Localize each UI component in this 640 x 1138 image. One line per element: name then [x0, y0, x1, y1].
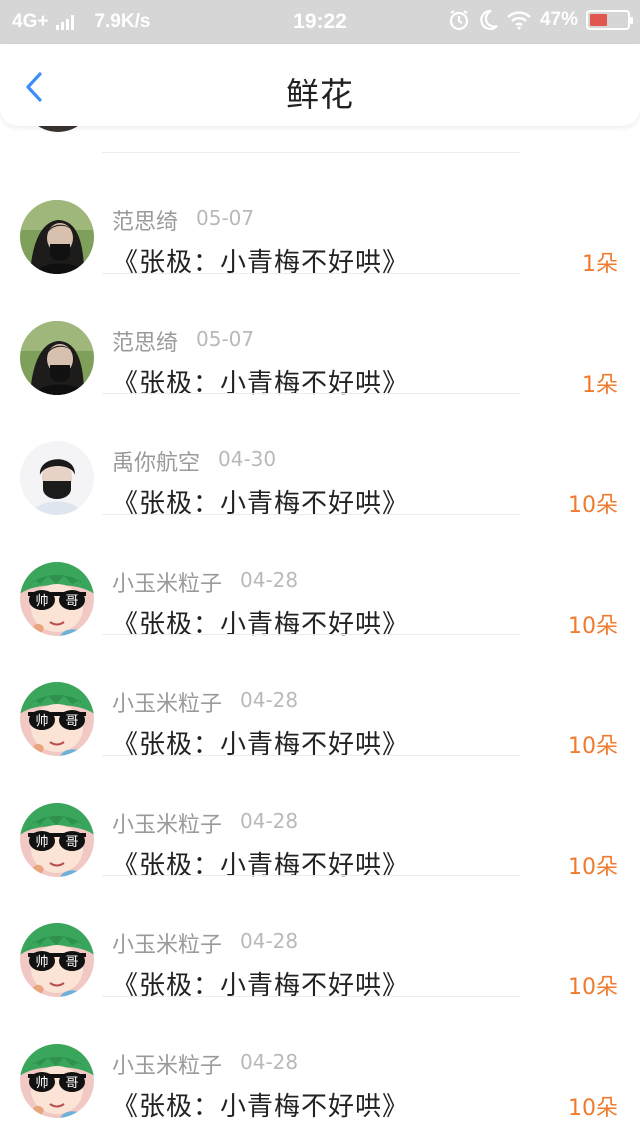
svg-text:哥: 哥	[65, 714, 78, 729]
divider	[102, 995, 520, 997]
list-item[interactable]: 帅哥小玉米粒子 04-28 《张极：小青梅不好哄》 10朵	[0, 875, 640, 1001]
record-date: 04-28	[240, 567, 299, 592]
divider	[102, 272, 520, 274]
svg-text:哥: 哥	[65, 835, 78, 850]
sender-name[interactable]: 范思绮	[112, 325, 178, 357]
divider	[102, 393, 520, 394]
svg-text:帅: 帅	[35, 835, 48, 850]
status-bar: 4G+ 7.9K/s 19:22 47%	[0, 0, 640, 44]
list-item[interactable]: 帅哥小玉米粒子 04-28 《张极：小青梅不好哄》 10朵	[0, 513, 640, 640]
record-date: 04-28	[240, 929, 299, 953]
svg-text:哥: 哥	[65, 594, 78, 609]
wifi-icon	[506, 10, 532, 30]
record-date: 05-07	[196, 326, 255, 351]
record-date: 04-30	[218, 447, 277, 471]
page-title: 鲜花	[286, 75, 354, 114]
flower-count: 10朵	[568, 1095, 618, 1121]
list-item[interactable]: 帅哥小玉米粒子 04-28 《张极：小青梅不好哄》 10朵	[0, 634, 640, 760]
record-date: 04-28	[240, 1049, 299, 1074]
list-item[interactable]: 帅哥小玉米粒子 04-28 《张极：小青梅不好哄》 10朵	[0, 754, 640, 881]
sender-name[interactable]: 小玉米粒子	[112, 566, 222, 598]
record-date: 05-07	[196, 206, 255, 230]
avatar[interactable]: 帅哥	[20, 682, 94, 756]
avatar[interactable]	[20, 441, 94, 515]
list-item[interactable]: 帅哥小玉米粒子 04-28 《张极：小青梅不好哄》 10朵	[0, 995, 640, 1122]
record-date: 04-28	[240, 688, 299, 712]
flower-record-list[interactable]: 范思绮 05-07 《张极：小青梅不好哄》 1朵 范思绮 05-07 《张极：小青梅不好哄》…	[0, 126, 640, 1138]
battery-percent: 47%	[539, 9, 578, 30]
avatar[interactable]: 帅哥	[20, 561, 94, 636]
list-item[interactable]: 范思绮 05-07 《张极：小青梅不好哄》 1朵	[0, 152, 640, 278]
divider	[102, 634, 520, 635]
top-nav-bar: 鲜花	[0, 44, 640, 126]
sender-name[interactable]: 小玉米粒子	[112, 807, 222, 839]
divider	[102, 754, 520, 756]
avatar[interactable]: 帅哥	[20, 802, 94, 877]
alarm-icon	[448, 9, 470, 31]
avatar	[22, 126, 94, 132]
list-item[interactable]: 范思绮 05-07 《张极：小青梅不好哄》 1朵	[0, 272, 640, 399]
sender-name[interactable]: 禹你航空	[112, 445, 200, 477]
sender-name[interactable]: 小玉米粒子	[112, 1048, 222, 1080]
divider	[102, 513, 520, 515]
svg-text:哥: 哥	[65, 1076, 78, 1091]
svg-text:帅: 帅	[35, 594, 48, 609]
sender-name[interactable]: 范思绮	[112, 204, 178, 236]
svg-text:帅: 帅	[35, 714, 48, 729]
avatar[interactable]	[20, 200, 94, 274]
svg-text:哥: 哥	[65, 955, 78, 970]
svg-text:帅: 帅	[35, 1076, 48, 1091]
divider	[102, 875, 520, 876]
sender-name[interactable]: 小玉米粒子	[112, 927, 222, 959]
avatar[interactable]: 帅哥	[20, 923, 94, 997]
sender-name[interactable]: 小玉米粒子	[112, 686, 222, 718]
moon-icon	[478, 9, 498, 31]
avatar[interactable]: 帅哥	[20, 1043, 94, 1118]
book-title[interactable]: 《张极：小青梅不好哄》	[112, 1086, 409, 1123]
record-date: 04-28	[240, 808, 299, 833]
battery-icon	[586, 10, 633, 30]
svg-text:帅: 帅	[35, 955, 48, 970]
list-item[interactable]: 禹你航空 04-30 《张极：小青梅不好哄》 10朵	[0, 393, 640, 519]
avatar[interactable]	[20, 320, 94, 395]
